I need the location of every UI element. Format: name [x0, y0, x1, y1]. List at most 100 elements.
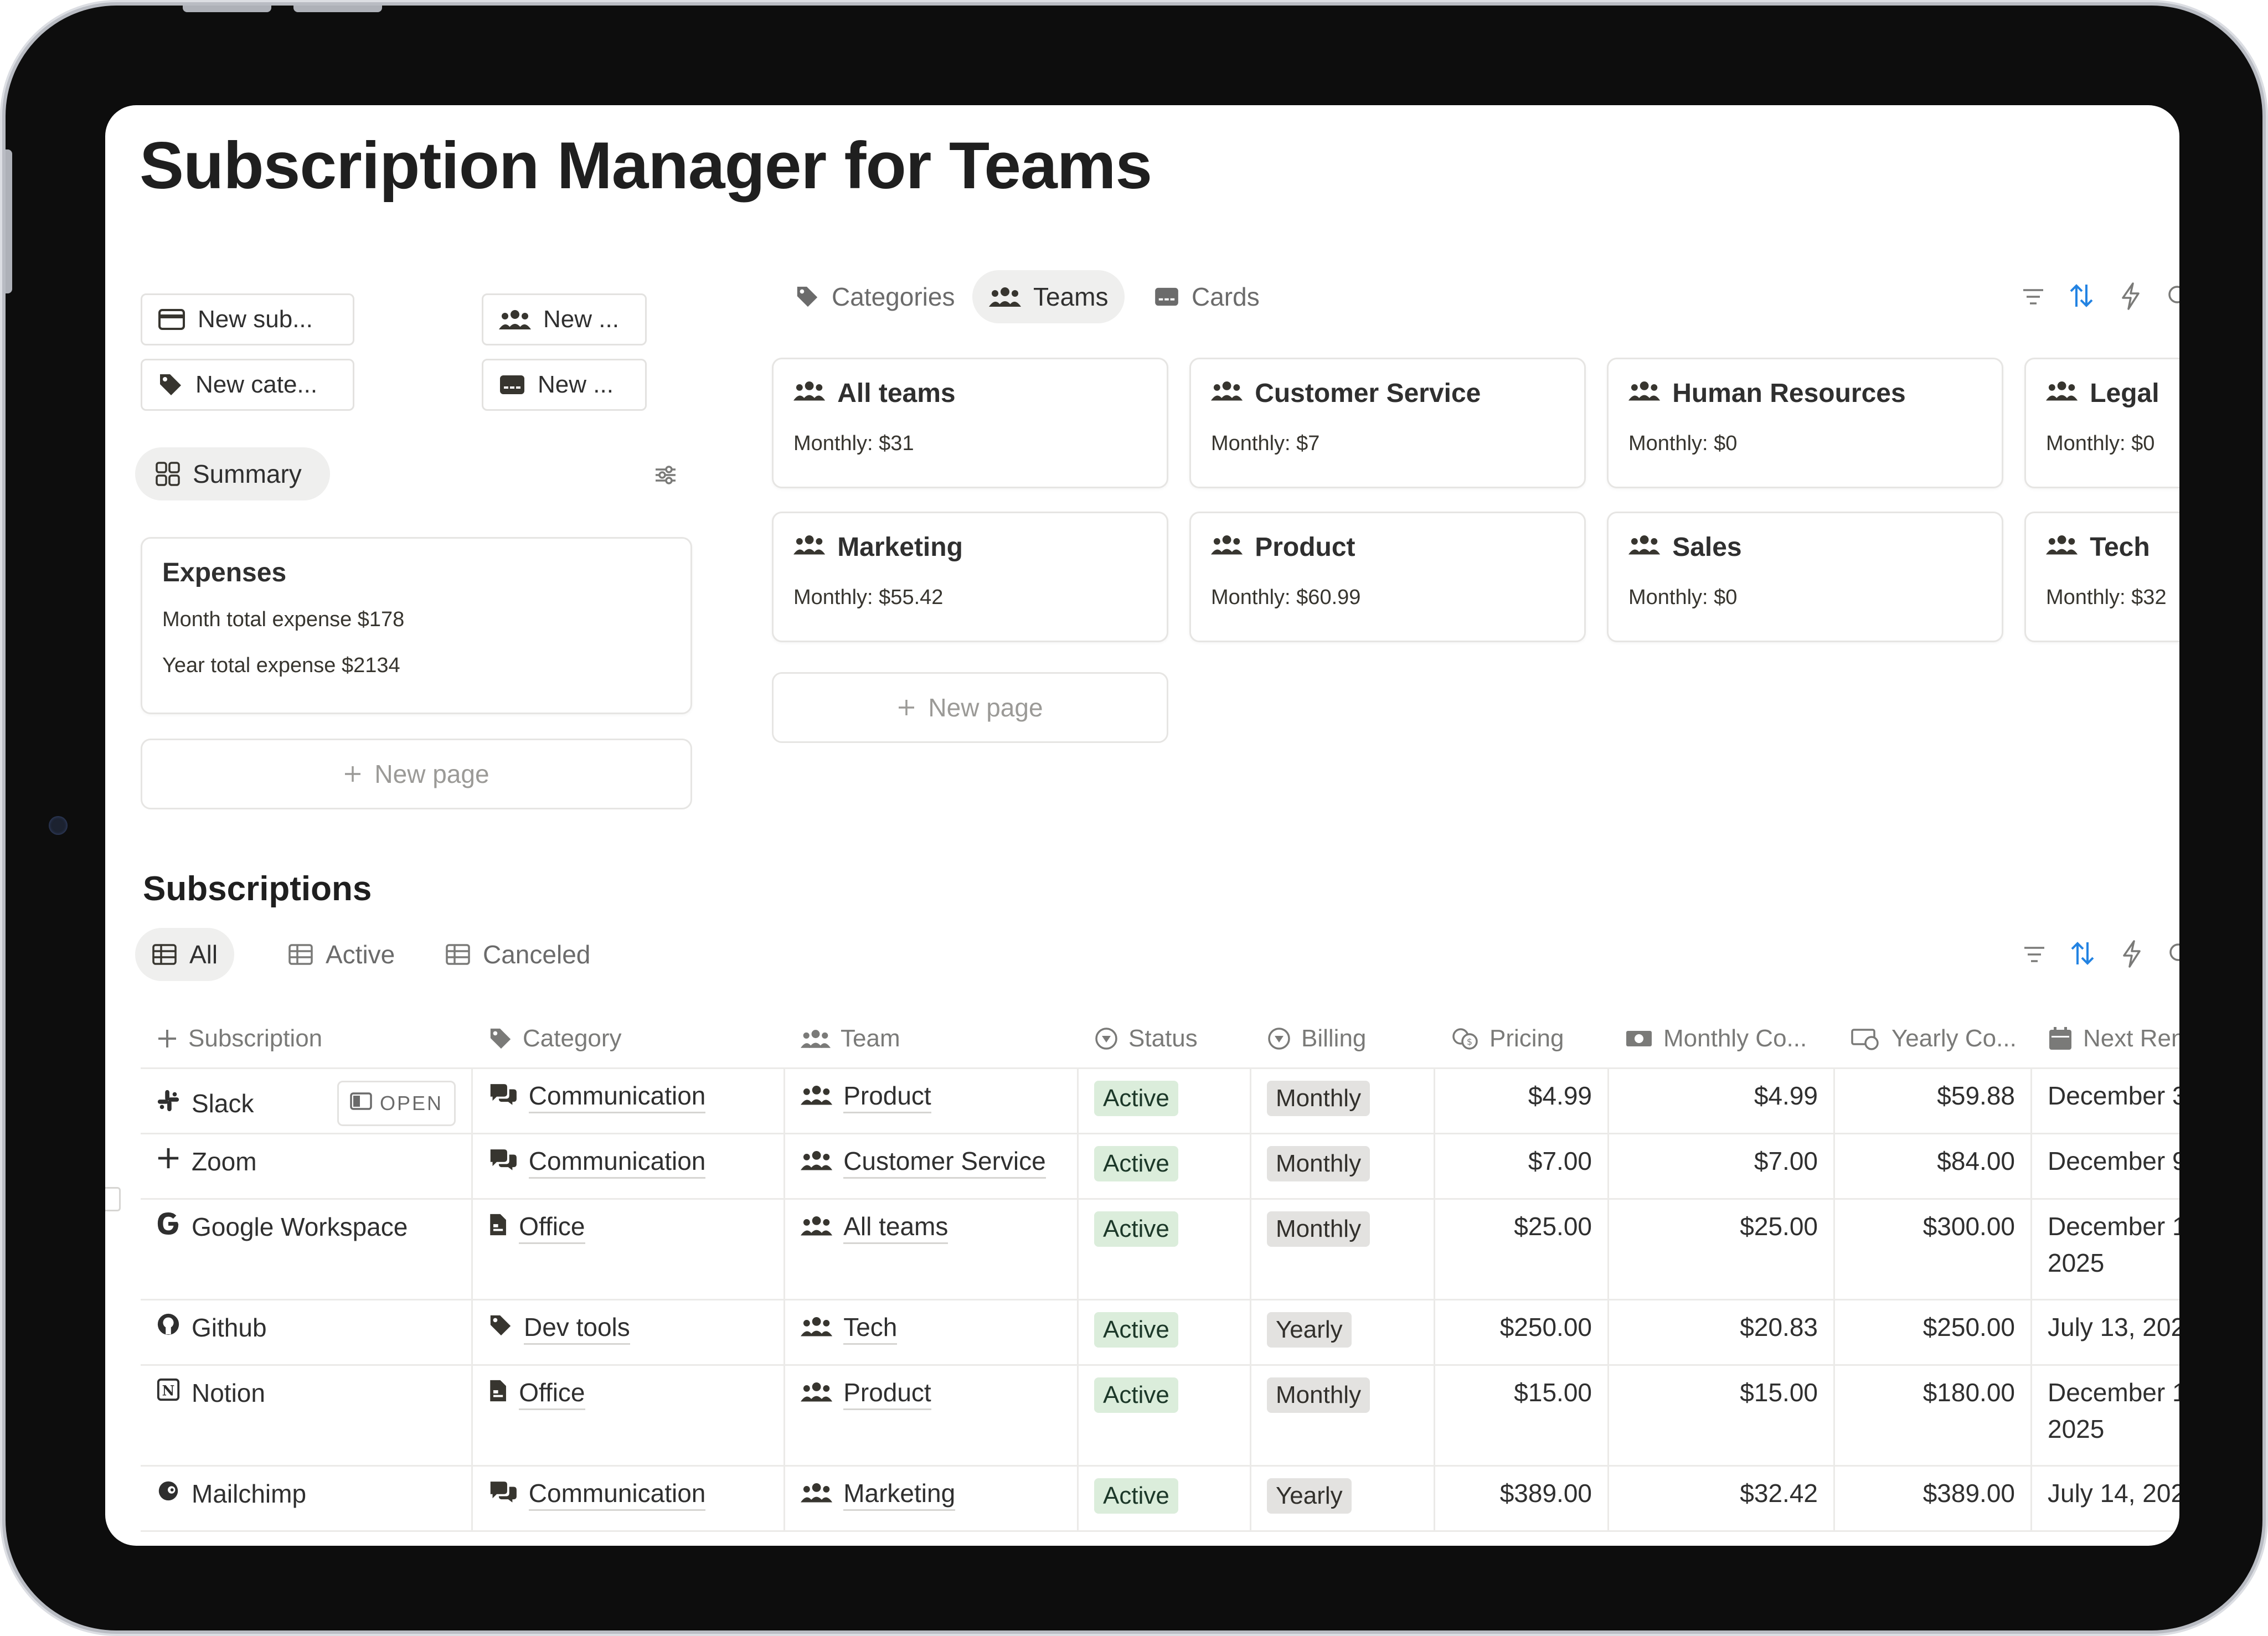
pricing-cell[interactable]: $389.00	[1435, 1465, 1609, 1530]
team-link[interactable]: Product	[801, 1081, 1061, 1113]
yearly-cell[interactable]: $389.00	[1835, 1465, 2032, 1530]
monthly-cell[interactable]: $20.83	[1609, 1299, 1835, 1364]
open-button[interactable]: OPEN	[337, 1081, 456, 1126]
monthly-cell[interactable]: $15.00	[1609, 1364, 1835, 1465]
status-cell[interactable]: Active	[1079, 1465, 1251, 1530]
category-link[interactable]: Dev tools	[488, 1312, 768, 1345]
column-status[interactable]: Status	[1079, 1010, 1251, 1067]
team-card[interactable]: Sales Monthly: $0	[1607, 512, 2003, 642]
yearly-cell[interactable]: $59.88	[1835, 1067, 2032, 1133]
billing-cell[interactable]: Yearly	[1251, 1465, 1435, 1530]
settings-sliders-icon[interactable]	[653, 463, 678, 487]
new-category-button[interactable]: New cate...	[141, 359, 354, 411]
category-link[interactable]: Communication	[488, 1146, 768, 1179]
team-cell[interactable]: Product	[785, 1364, 1079, 1465]
column-team[interactable]: Team	[785, 1010, 1079, 1067]
status-cell[interactable]: Active	[1079, 1133, 1251, 1198]
teams-new-page-button[interactable]: New page	[772, 672, 1168, 743]
next-renewal-cell[interactable]: December 9	[2032, 1133, 2179, 1198]
tab-categories[interactable]: Categories	[779, 270, 971, 323]
status-cell[interactable]: Active	[1079, 1364, 1251, 1465]
team-card[interactable]: Customer Service Monthly: $7	[1189, 358, 1586, 488]
team-cell[interactable]: Customer Service	[785, 1133, 1079, 1198]
team-cell[interactable]: All teams	[785, 1198, 1079, 1299]
column-subscription[interactable]: Subscription	[141, 1010, 473, 1067]
summary-new-page-button[interactable]: New page	[141, 739, 692, 809]
category-cell[interactable]: Communication	[473, 1133, 785, 1198]
next-renewal-cell[interactable]: December 1 2025	[2032, 1364, 2179, 1465]
next-renewal-cell[interactable]: July 14, 202	[2032, 1465, 2179, 1530]
category-link[interactable]: Office	[488, 1211, 768, 1244]
yearly-cell[interactable]: $250.00	[1835, 1299, 2032, 1364]
lightning-icon[interactable]	[2121, 282, 2141, 310]
next-renewal-cell[interactable]: December 3	[2032, 1067, 2179, 1133]
billing-cell[interactable]: Monthly	[1251, 1067, 1435, 1133]
team-link[interactable]: All teams	[801, 1211, 1061, 1244]
filter-icon[interactable]	[2022, 943, 2047, 966]
yearly-cell[interactable]: $300.00	[1835, 1198, 2032, 1299]
yearly-cell[interactable]: $180.00	[1835, 1364, 2032, 1465]
lightning-icon[interactable]	[2122, 940, 2142, 968]
table-row[interactable]: N Notion Office Product Active Monthly $15.00 $…	[141, 1364, 2179, 1467]
sort-icon[interactable]	[2070, 940, 2095, 967]
monthly-cell[interactable]: $25.00	[1609, 1198, 1835, 1299]
view-all[interactable]: All	[135, 928, 235, 981]
next-renewal-cell[interactable]: December 1 2025	[2032, 1198, 2179, 1299]
team-link[interactable]: Tech	[801, 1312, 1061, 1345]
yearly-cell[interactable]: $84.00	[1835, 1133, 2032, 1198]
row-select-checkbox[interactable]	[105, 1187, 121, 1211]
monthly-cell[interactable]: $32.42	[1609, 1465, 1835, 1530]
category-cell[interactable]: Office	[473, 1198, 785, 1299]
new-card-button[interactable]: New ...	[482, 359, 647, 411]
category-link[interactable]: Communication	[488, 1478, 768, 1511]
team-card[interactable]: Human Resources Monthly: $0	[1607, 358, 2003, 488]
monthly-cell[interactable]: $7.00	[1609, 1133, 1835, 1198]
column-yearly-cost[interactable]: Yearly Co...	[1835, 1010, 2032, 1067]
search-icon[interactable]	[2167, 941, 2179, 966]
team-card[interactable]: Marketing Monthly: $55.42	[772, 512, 1168, 642]
subscription-cell[interactable]: Google Workspace	[141, 1198, 473, 1299]
next-renewal-cell[interactable]: July 13, 202	[2032, 1299, 2179, 1364]
column-category[interactable]: Category	[473, 1010, 785, 1067]
table-row[interactable]: Zoom Communication Customer Service Active M…	[141, 1133, 2179, 1200]
billing-cell[interactable]: Monthly	[1251, 1133, 1435, 1198]
status-cell[interactable]: Active	[1079, 1299, 1251, 1364]
team-cell[interactable]: Tech	[785, 1299, 1079, 1364]
subscription-cell[interactable]: Zoom	[141, 1133, 473, 1198]
category-cell[interactable]: Communication	[473, 1465, 785, 1530]
team-cell[interactable]: Product	[785, 1067, 1079, 1133]
team-card[interactable]: Tech Monthly: $32	[2024, 512, 2179, 642]
category-cell[interactable]: Office	[473, 1364, 785, 1465]
table-row[interactable]: Mailchimp Communication Marketing Active Yea…	[141, 1465, 2179, 1532]
subscription-cell[interactable]: Mailchimp	[141, 1465, 473, 1530]
table-row[interactable]: Slack OPEN Communication Product Active Month…	[141, 1067, 2179, 1134]
category-cell[interactable]: Dev tools	[473, 1299, 785, 1364]
tab-teams[interactable]: Teams	[972, 270, 1125, 323]
billing-cell[interactable]: Monthly	[1251, 1364, 1435, 1465]
view-active[interactable]: Active	[271, 928, 411, 981]
search-icon[interactable]	[2166, 283, 2179, 308]
monthly-cell[interactable]: $4.99	[1609, 1067, 1835, 1133]
subscription-cell[interactable]: N Notion	[141, 1364, 473, 1465]
subscription-cell[interactable]: Github	[141, 1299, 473, 1364]
new-subscription-button[interactable]: New sub...	[141, 293, 354, 345]
new-team-button[interactable]: New ...	[482, 293, 647, 345]
team-link[interactable]: Customer Service	[801, 1146, 1061, 1179]
filter-icon[interactable]	[2021, 286, 2045, 308]
summary-view-tab[interactable]: Summary	[135, 447, 330, 500]
team-card[interactable]: Product Monthly: $60.99	[1189, 512, 1586, 642]
sort-icon[interactable]	[2069, 282, 2094, 309]
tab-cards[interactable]: Cards	[1137, 270, 1276, 323]
expenses-card[interactable]: Expenses Month total expense $178 Year t…	[141, 537, 692, 714]
column-billing[interactable]: Billing	[1251, 1010, 1435, 1067]
table-row[interactable]: Google Workspace Office All teams Active Mon…	[141, 1198, 2179, 1300]
category-cell[interactable]: Communication	[473, 1067, 785, 1133]
pricing-cell[interactable]: $25.00	[1435, 1198, 1609, 1299]
team-link[interactable]: Marketing	[801, 1478, 1061, 1511]
team-cell[interactable]: Marketing	[785, 1465, 1079, 1530]
category-link[interactable]: Communication	[488, 1081, 768, 1113]
view-canceled[interactable]: Canceled	[429, 928, 607, 981]
column-monthly-cost[interactable]: Monthly Co...	[1609, 1010, 1835, 1067]
pricing-cell[interactable]: $15.00	[1435, 1364, 1609, 1465]
subscription-cell[interactable]: Slack OPEN	[141, 1067, 473, 1133]
